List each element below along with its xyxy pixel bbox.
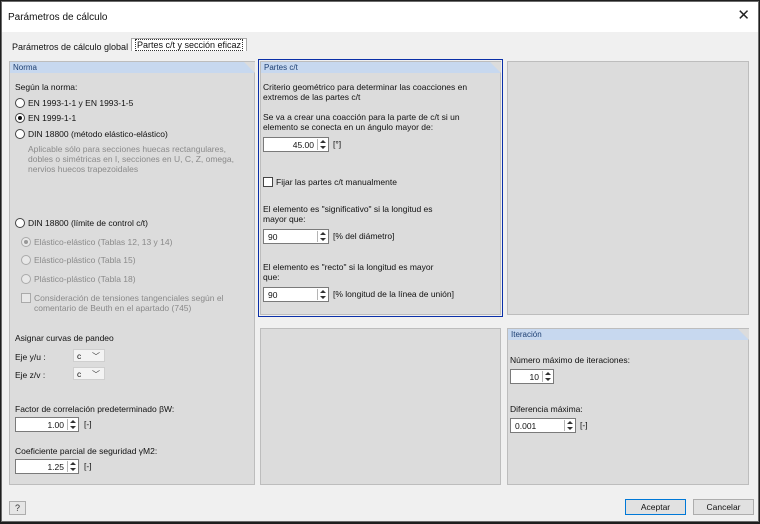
diff-label: Diferencia máxima:	[510, 404, 583, 414]
diff-unit: [-]	[580, 420, 588, 430]
max-iter-value: 10	[529, 372, 539, 382]
tangential-label-line1: Consideración de tensiones tangenciales …	[34, 293, 224, 303]
iteracion-panel: Iteración Número máximo de iteraciones: …	[507, 328, 749, 485]
factor-input[interactable]: 1.00	[15, 417, 79, 432]
radio-elastic-elastic[interactable]	[21, 237, 31, 247]
chevron-down-icon: ﹀	[92, 352, 100, 361]
coef-label: Coeficiente parcial de seguridad γM2:	[15, 446, 158, 456]
din-note-line1: Aplicable sólo para secciones huecas rec…	[28, 144, 226, 154]
pandeo-label: Asignar curvas de pandeo	[15, 333, 114, 343]
tab-global-params[interactable]: Parámetros de cálculo global	[12, 41, 128, 55]
empty-panel-bottom-middle	[260, 328, 501, 485]
coef-unit: [-]	[84, 461, 92, 471]
radio-din18800-ct[interactable]	[15, 218, 25, 228]
radio-din18800-ct-label: DIN 18800 (límite de control c/t)	[28, 218, 148, 228]
segun-label: Según la norma:	[15, 82, 78, 92]
factor-unit: [-]	[84, 419, 92, 429]
radio-en1993-label: EN 1993-1-1 y EN 1993-1-5	[28, 98, 134, 108]
help-icon[interactable]: ?	[9, 501, 26, 515]
spinner-arrows-icon[interactable]	[542, 371, 552, 382]
radio-plastic-plastic-label: Plástico-plástico (Tabla 18)	[34, 274, 136, 284]
factor-label: Factor de correlación predeterminado βW:	[15, 404, 175, 414]
tab-global-params-label: Parámetros de cálculo global	[12, 42, 129, 52]
radio-en1993[interactable]	[15, 98, 25, 108]
radio-elastic-plastic[interactable]	[21, 255, 31, 265]
radio-elastic-elastic-label: Elástico-elástico (Tablas 12, 13 y 14)	[34, 237, 173, 247]
window-title: Parámetros de cálculo	[8, 12, 108, 23]
coef-input[interactable]: 1.25	[15, 459, 79, 474]
spinner-arrows-icon[interactable]	[67, 419, 77, 430]
tab-ct-parts-label: Partes c/t y sección eficaz	[135, 39, 244, 51]
diff-value: 0.001	[515, 421, 537, 431]
radio-en1999-label: EN 1999-1-1	[28, 113, 77, 123]
radio-din18800-elastic[interactable]	[15, 129, 25, 139]
tab-ct-parts[interactable]: Partes c/t y sección eficaz	[131, 38, 248, 51]
din-note-line2: dobles o simétricas en I, secciones en U…	[28, 154, 234, 164]
eje-z-select[interactable]: c ﹀	[73, 367, 105, 380]
close-icon[interactable]: ✕	[737, 8, 750, 23]
spinner-arrows-icon[interactable]	[67, 461, 77, 472]
accept-button[interactable]: Aceptar	[625, 499, 686, 515]
title-bar: Parámetros de cálculo ✕	[2, 2, 758, 32]
eje-z-label: Eje z/v :	[15, 370, 46, 380]
radio-en1999[interactable]	[15, 113, 25, 123]
max-iter-label: Número máximo de iteraciones:	[510, 355, 630, 365]
eje-y-select[interactable]: c ﹀	[73, 349, 105, 362]
radio-elastic-plastic-label: Elástico-plástico (Tabla 15)	[34, 255, 136, 265]
cancel-button[interactable]: Cancelar	[693, 499, 754, 515]
tangential-label-line2: comentario de Beuth en el apartado (745)	[34, 303, 192, 313]
din-note-line3: nervios huecos trapezoidales	[28, 164, 139, 174]
radio-din18800-elastic-label: DIN 18800 (método elástico-elástico)	[28, 129, 168, 139]
max-iter-input[interactable]: 10	[510, 369, 554, 384]
diff-input[interactable]: 0.001	[510, 418, 576, 433]
radio-plastic-plastic[interactable]	[21, 274, 31, 284]
iteracion-header: Iteración	[508, 329, 749, 340]
eje-z-value: c	[77, 369, 82, 379]
eje-y-value: c	[77, 351, 82, 361]
spinner-arrows-icon[interactable]	[564, 420, 574, 431]
dialog-window: Parámetros de cálculo ✕ Parámetros de cá…	[1, 1, 759, 522]
eje-y-label: Eje y/u :	[15, 352, 46, 362]
checkbox-tangential[interactable]	[21, 293, 31, 303]
empty-panel-top-right	[507, 61, 749, 315]
chevron-down-icon: ﹀	[92, 370, 100, 379]
coef-value: 1.25	[47, 462, 64, 472]
norma-header: Norma	[10, 62, 255, 73]
factor-value: 1.00	[47, 420, 64, 430]
norma-panel: Norma Según la norma: EN 1993-1-1 y EN 1…	[9, 61, 255, 485]
focus-highlight-box	[258, 59, 503, 317]
